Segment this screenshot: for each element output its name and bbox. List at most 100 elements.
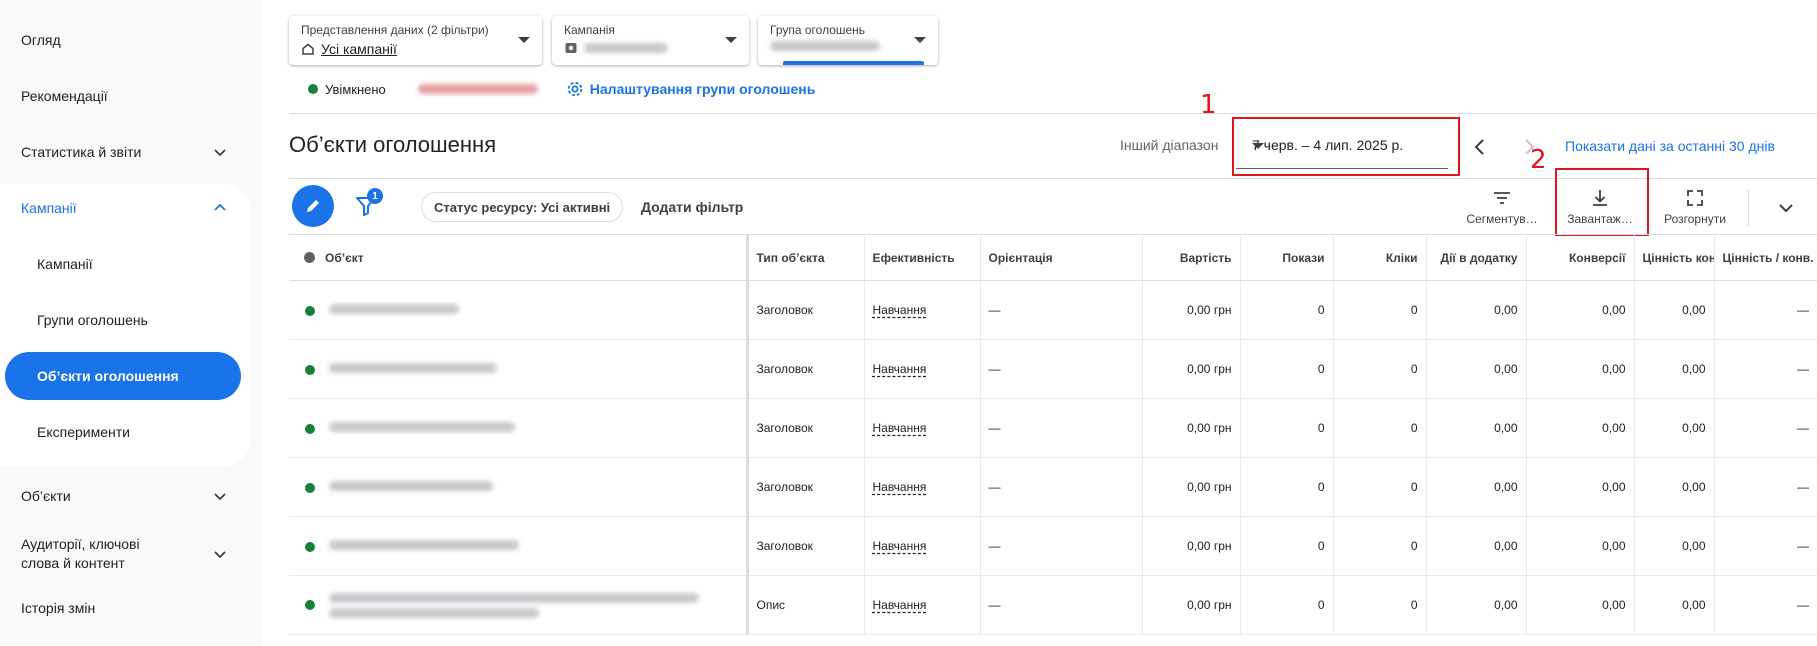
impressions-cell: 0: [1239, 457, 1333, 517]
sidebar-item-reports[interactable]: Статистика й звіти: [0, 132, 250, 172]
column-header-clicks[interactable]: Кліки: [1332, 234, 1426, 281]
sidebar-item-label: Історія змін: [21, 600, 96, 616]
table-row[interactable]: Заголовок Навчання — 0,00 грн 0 0 0,00 0…: [289, 339, 1817, 399]
performance-label[interactable]: Навчання: [873, 362, 927, 376]
clicks-cell: 0: [1332, 339, 1426, 399]
expand-button[interactable]: Розгорнути: [1655, 188, 1735, 228]
conv-value-cell: 0,00: [1633, 457, 1714, 517]
sidebar-subitem-label: Експерименти: [37, 424, 130, 440]
assets-table: Об’єкт Тип об’єкта Ефективність Орієнтац…: [289, 234, 1817, 635]
gear-icon: [567, 81, 582, 97]
performance-label[interactable]: Навчання: [873, 598, 927, 612]
blurred-asset-text: [329, 363, 497, 373]
blurred-campaign-name: [584, 43, 668, 53]
sidebar-item-assets[interactable]: Об’єкти: [0, 476, 250, 516]
sidebar-item-overview[interactable]: Огляд: [0, 20, 250, 60]
sidebar-item-recommendations[interactable]: Рекомендації: [0, 76, 250, 116]
campaign-selector[interactable]: Кампанія: [552, 16, 749, 65]
table-row[interactable]: Опис Навчання — 0,00 грн 0 0 0,00 0,00 0…: [289, 575, 1817, 635]
chevron-down-icon[interactable]: [1774, 196, 1798, 220]
asset-type-cell: Заголовок: [746, 339, 864, 399]
performance-cell: Навчання: [863, 339, 980, 399]
performance-label[interactable]: Навчання: [873, 480, 927, 494]
date-range-label: Інший діапазон: [1120, 137, 1219, 153]
asset-cell: [289, 575, 749, 635]
impressions-cell: 0: [1239, 339, 1333, 399]
settings-link-label: Налаштування групи оголошень: [589, 81, 816, 97]
asset-cell: [289, 339, 749, 399]
table-row[interactable]: Заголовок Навчання — 0,00 грн 0 0 0,00 0…: [289, 398, 1817, 458]
impressions-cell: 0: [1239, 516, 1333, 576]
filter-count-badge: 1: [367, 188, 383, 204]
dropdown-arrow-icon: [914, 37, 926, 43]
clicks-cell: 0: [1332, 516, 1426, 576]
sidebar-item-change-history[interactable]: Історія змін: [0, 588, 250, 628]
show-last-30-days-link[interactable]: Показати дані за останні 30 днів: [1565, 138, 1775, 154]
column-header-orientation[interactable]: Орієнтація: [979, 234, 1142, 281]
column-header-label: Об’єкт: [325, 250, 364, 265]
impressions-cell: 0: [1239, 575, 1333, 635]
table-row[interactable]: Заголовок Навчання — 0,00 грн 0 0 0,00 0…: [289, 516, 1817, 576]
blurred-asset-text-wrap: [329, 592, 699, 618]
conversions-cell: 0,00: [1525, 339, 1634, 399]
expand-label: Розгорнути: [1664, 212, 1726, 226]
column-header-conversions[interactable]: Конверсії: [1525, 234, 1634, 281]
app-actions-cell: 0,00: [1425, 575, 1526, 635]
value-per-conv-cell: —: [1713, 280, 1817, 340]
app-actions-cell: 0,00: [1425, 516, 1526, 576]
column-header-conv-value[interactable]: Цінність конв.: [1633, 234, 1714, 281]
sidebar-subitem-campaigns[interactable]: Кампанії: [0, 244, 250, 284]
ad-group-selector[interactable]: Група оголошень: [758, 16, 938, 65]
blurred-asset-text: [329, 607, 539, 618]
conversions-cell: 0,00: [1525, 516, 1634, 576]
add-filter-button[interactable]: Додати фільтр: [641, 199, 743, 215]
asset-cell: [289, 398, 749, 458]
performance-label[interactable]: Навчання: [873, 303, 927, 317]
ad-group-settings-link[interactable]: Налаштування групи оголошень: [566, 80, 816, 98]
column-header-cost[interactable]: Вартість: [1141, 234, 1240, 281]
column-header-impressions[interactable]: Покази: [1239, 234, 1333, 281]
performance-label[interactable]: Навчання: [873, 539, 927, 553]
ad-group-selector-value-wrap: [770, 41, 880, 51]
toolbar-separator: [1748, 190, 1749, 226]
performance-cell: Навчання: [863, 516, 980, 576]
status-dot-header[interactable]: [304, 251, 315, 263]
sidebar-subitem-ad-groups[interactable]: Групи оголошень: [0, 300, 250, 340]
status-filter-chip[interactable]: Статус ресурсу: Усі активні: [421, 192, 624, 222]
edit-button[interactable]: [292, 185, 334, 227]
cost-cell: 0,00 грн: [1141, 457, 1240, 517]
page-title: Об’єкти оголошення: [289, 132, 497, 157]
column-header-asset[interactable]: Об’єкт: [289, 234, 749, 281]
conv-value-cell: 0,00: [1633, 516, 1714, 576]
view-selector[interactable]: Представлення даних (2 фільтри) Усі камп…: [289, 16, 542, 65]
enabled-status-text: Увімкнено: [325, 81, 386, 97]
asset-cell: [289, 280, 749, 340]
conversions-cell: 0,00: [1525, 575, 1634, 635]
clicks-cell: 0: [1332, 575, 1426, 635]
ad-group-selector-caption: Група оголошень: [770, 23, 866, 37]
column-header-app-actions[interactable]: Дії в додатку: [1425, 234, 1526, 281]
performance-label[interactable]: Навчання: [873, 421, 927, 435]
column-header-asset-type[interactable]: Тип об’єкта: [746, 234, 864, 281]
table-header-row: Об’єкт Тип об’єкта Ефективність Орієнтац…: [289, 234, 1817, 281]
ad-group-status-row: Увімкнено Налаштування групи оголошень: [308, 80, 815, 98]
sidebar-subitem-experiments[interactable]: Експерименти: [0, 412, 250, 452]
table-row[interactable]: Заголовок Навчання — 0,00 грн 0 0 0,00 0…: [289, 280, 1817, 340]
column-header-value-per-conv[interactable]: Цінність / конв.: [1713, 234, 1817, 281]
campaign-selector-caption: Кампанія: [564, 23, 615, 37]
asset-type-cell: Заголовок: [746, 457, 864, 517]
conversions-cell: 0,00: [1525, 398, 1634, 458]
chevron-down-icon: [214, 149, 226, 157]
app-actions-cell: 0,00: [1425, 457, 1526, 517]
column-header-performance[interactable]: Ефективність: [863, 234, 980, 281]
sidebar-subitem-assets[interactable]: Об’єкти оголошення: [5, 352, 241, 400]
annotation-box-1: [1232, 117, 1460, 176]
value-per-conv-cell: —: [1713, 339, 1817, 399]
sidebar-item-audiences[interactable]: Аудиторії, ключові слова й контент: [0, 532, 250, 576]
orientation-cell: —: [979, 339, 1142, 399]
previous-period-button[interactable]: [1469, 136, 1491, 158]
sidebar-item-label: Статистика й звіти: [21, 144, 142, 160]
sidebar-item-campaigns[interactable]: Кампанії: [0, 188, 250, 228]
segment-button[interactable]: Сегментув…: [1462, 188, 1542, 228]
table-row[interactable]: Заголовок Навчання — 0,00 грн 0 0 0,00 0…: [289, 457, 1817, 517]
